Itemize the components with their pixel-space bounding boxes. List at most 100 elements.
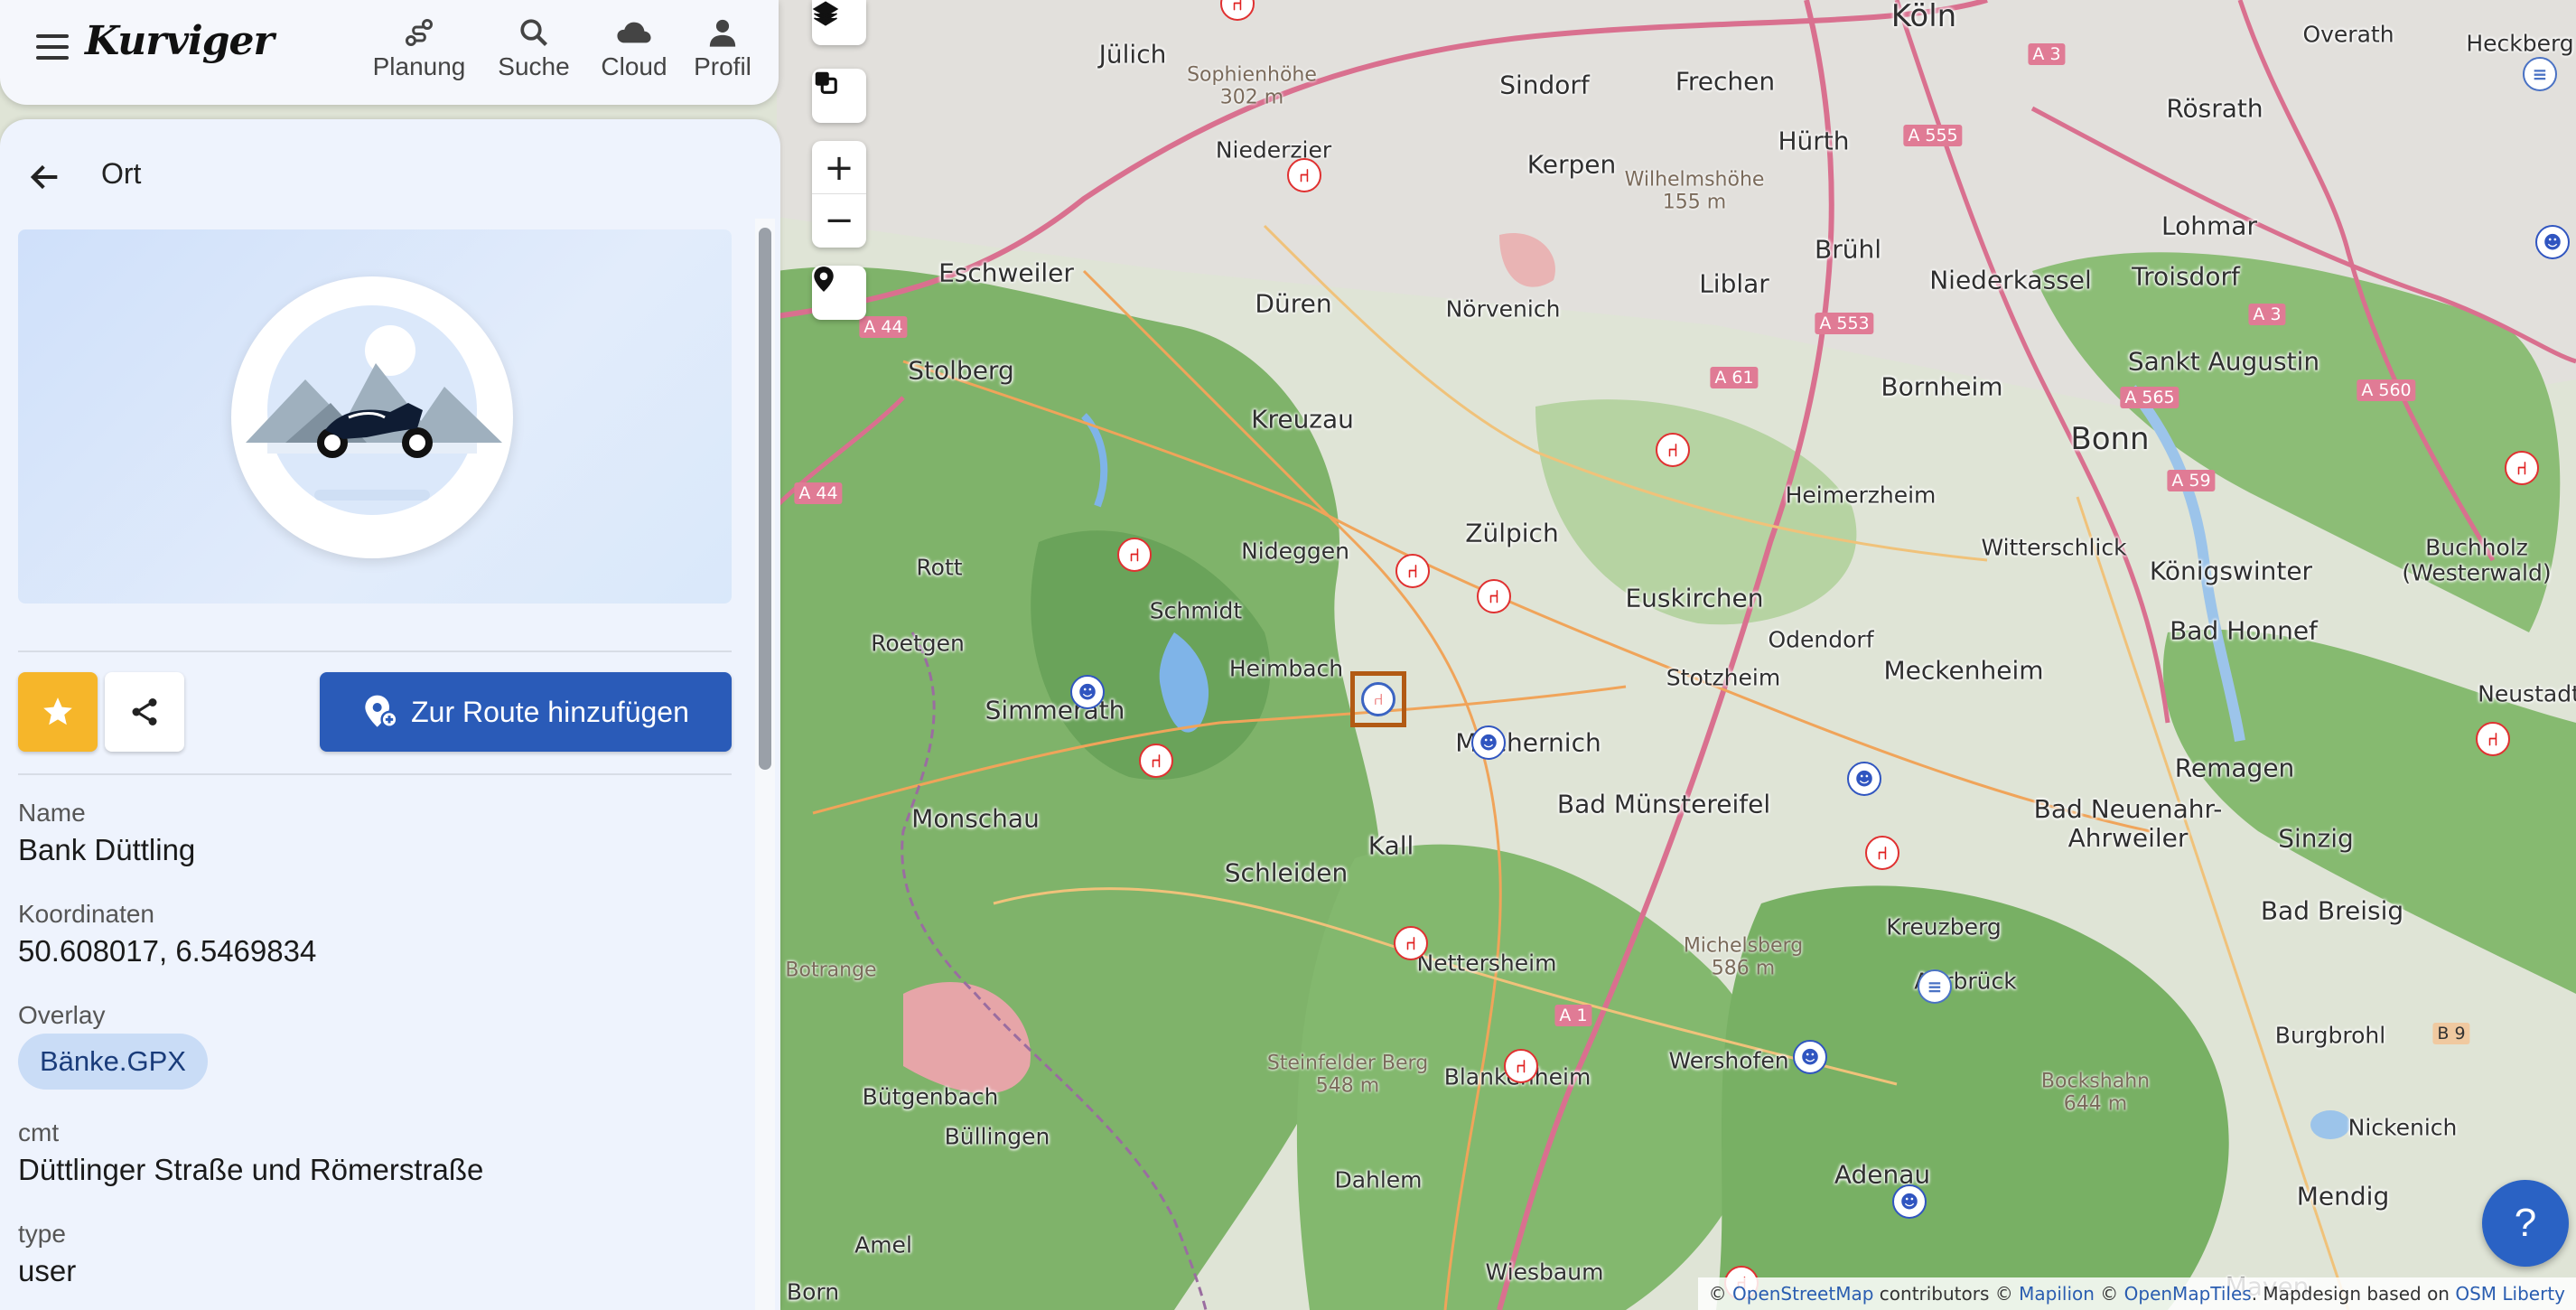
attribution-text: . Mapdesign based on: [2251, 1283, 2456, 1305]
map-label-city: Nickenich: [2347, 1114, 2458, 1141]
nav-suche[interactable]: Suche: [484, 13, 583, 81]
map-label-city: Düren: [1255, 288, 1332, 319]
group-poi-icon[interactable]: ☻: [1471, 725, 1506, 760]
nav-label: Suche: [498, 52, 570, 80]
road-shield: B 9: [2432, 1023, 2470, 1044]
layers-button[interactable]: [812, 0, 866, 45]
map-label-peak: Wilhelmshöhe 155 m: [1624, 168, 1765, 214]
bench-poi-icon[interactable]: ⑁: [1394, 926, 1428, 960]
field-label-overlay: Overlay: [18, 1001, 106, 1029]
map-label-city: Odendorf: [1768, 626, 1874, 653]
bench-poi-icon[interactable]: ⑁: [2476, 722, 2510, 756]
bench-poi-icon[interactable]: ⑁: [1865, 836, 1899, 870]
group-poi-icon[interactable]: ☻: [1847, 762, 1881, 796]
map-label-city: Nörvenich: [1445, 295, 1561, 323]
bench-poi-icon[interactable]: ⑁: [1117, 538, 1152, 572]
add-to-route-button[interactable]: Zur Route hinzufügen: [320, 672, 732, 752]
map-label-city: Kerpen: [1526, 149, 1617, 180]
map-label-city: Simmerath: [985, 695, 1125, 725]
road-shield: A 1: [1554, 1005, 1592, 1026]
map-label-peak: Michelsberg 586 m: [1683, 934, 1804, 980]
field-value-name: Bank Düttling: [18, 833, 196, 866]
map-attribution: © OpenStreetMap contributors © Mapilion …: [1697, 1277, 2576, 1310]
search-icon: [520, 19, 547, 46]
map-label-city: Roetgen: [871, 630, 965, 657]
road-shield: A 61: [1710, 367, 1759, 388]
openmaptiles-link[interactable]: OpenMapTiles: [2124, 1283, 2252, 1305]
bench-poi-icon[interactable]: ⑁: [1504, 1049, 1538, 1083]
osm-link[interactable]: OpenStreetMap: [1732, 1283, 1873, 1305]
nav-planung[interactable]: Planung: [365, 13, 473, 81]
motorcycle-icon: [246, 305, 502, 515]
panel-title: Ort: [101, 157, 142, 190]
scrollbar-thumb[interactable]: [759, 228, 771, 770]
map-label-city: Heimbach: [1228, 655, 1344, 682]
map-label-city: Liblar: [1699, 268, 1769, 299]
hamburger-menu-icon[interactable]: [36, 34, 69, 63]
map-label-city: Jülich: [1098, 39, 1167, 70]
map-label-city: Kreuzberg: [1886, 913, 2002, 940]
add-to-route-label: Zur Route hinzufügen: [411, 695, 689, 728]
map-label-city: Remagen: [2174, 753, 2295, 783]
map-label-peak: Botrange: [785, 959, 877, 982]
road-shield: A 44: [794, 482, 843, 504]
map-label-city: Schmidt: [1149, 597, 1243, 624]
cloud-icon: [617, 22, 651, 43]
bench-poi-icon[interactable]: ⑁: [1656, 433, 1690, 467]
map-label-city: Frechen: [1675, 66, 1776, 97]
field-label-cmt: cmt: [18, 1118, 60, 1146]
bench-poi-icon[interactable]: ⑁: [1287, 158, 1321, 192]
mapilion-link[interactable]: Mapilion: [2019, 1283, 2095, 1305]
map-label-city: Wiesbaum: [1485, 1259, 1604, 1286]
nav-profil[interactable]: Profil: [679, 13, 766, 81]
motorcycle-illustration: [231, 276, 513, 558]
field-value-coordinates: 50.608017, 6.5469834: [18, 934, 317, 968]
osm-liberty-link[interactable]: OSM Liberty: [2455, 1283, 2565, 1305]
road-shield: A 555: [1903, 125, 1963, 146]
group-poi-icon[interactable]: ☻: [1892, 1184, 1927, 1219]
nav-cloud[interactable]: Cloud: [591, 13, 677, 81]
list-poi-icon[interactable]: ≡: [2523, 57, 2557, 91]
bench-poi-icon[interactable]: ⑁: [2505, 451, 2539, 485]
overlay-toggle-button[interactable]: [812, 69, 866, 123]
map-label-city: Eschweiler: [938, 257, 1074, 288]
field-value-type: user: [18, 1254, 77, 1287]
map-label-city: Sindorf: [1499, 70, 1590, 100]
bench-poi-icon[interactable]: ⑁: [1477, 579, 1511, 613]
map-label-city: Rott: [916, 554, 963, 581]
attribution-text: contributors ©: [1873, 1283, 2020, 1305]
attribution-text: ©: [1708, 1283, 1733, 1305]
group-poi-icon[interactable]: ☻: [2535, 225, 2570, 259]
attribution-text: ©: [2094, 1283, 2124, 1305]
help-button[interactable]: ?: [2482, 1180, 2569, 1267]
location-pin-icon: [814, 267, 834, 292]
map-label-city: Zülpich: [1465, 518, 1559, 548]
map-label-city: Amel: [854, 1231, 912, 1259]
map-label-city: Mendig: [2296, 1181, 2390, 1212]
field-label-type: type: [18, 1220, 66, 1248]
route-planning-icon: [406, 19, 433, 46]
map-label-city: Neustadt: [2478, 680, 2576, 707]
list-poi-icon[interactable]: ≡: [1918, 969, 1952, 1004]
map-label-city: Nideggen: [1241, 538, 1349, 565]
bench-poi-icon[interactable]: ⑁: [1395, 554, 1430, 588]
map-label-city: Kreuzau: [1251, 404, 1354, 435]
share-button[interactable]: [105, 672, 184, 752]
field-label-name: Name: [18, 799, 86, 827]
map-label-city: Bad Münstereifel: [1556, 789, 1771, 819]
map-label-city: Troisdorf: [2132, 261, 2240, 292]
back-arrow-icon[interactable]: [27, 159, 63, 195]
favorite-button[interactable]: [18, 672, 98, 752]
selected-location-marker[interactable]: ⑁: [1350, 671, 1406, 727]
bench-poi-icon[interactable]: ⑁: [1139, 744, 1173, 778]
map-label-city: Bad Neuenahr-Ahrweiler: [2033, 793, 2223, 853]
group-poi-icon[interactable]: ☻: [1070, 675, 1105, 709]
road-shield: A 560: [2357, 379, 2416, 401]
map-label-peak: Steinfelder Berg 548 m: [1266, 1052, 1429, 1098]
zoom-out-button[interactable]: −: [812, 194, 866, 247]
locate-button[interactable]: [812, 266, 866, 320]
map-label-city: Monschau: [911, 803, 1040, 834]
group-poi-icon[interactable]: ☻: [1793, 1040, 1827, 1074]
zoom-in-button[interactable]: +: [812, 142, 866, 194]
overlay-chip[interactable]: Bänke.GPX: [18, 1034, 208, 1090]
